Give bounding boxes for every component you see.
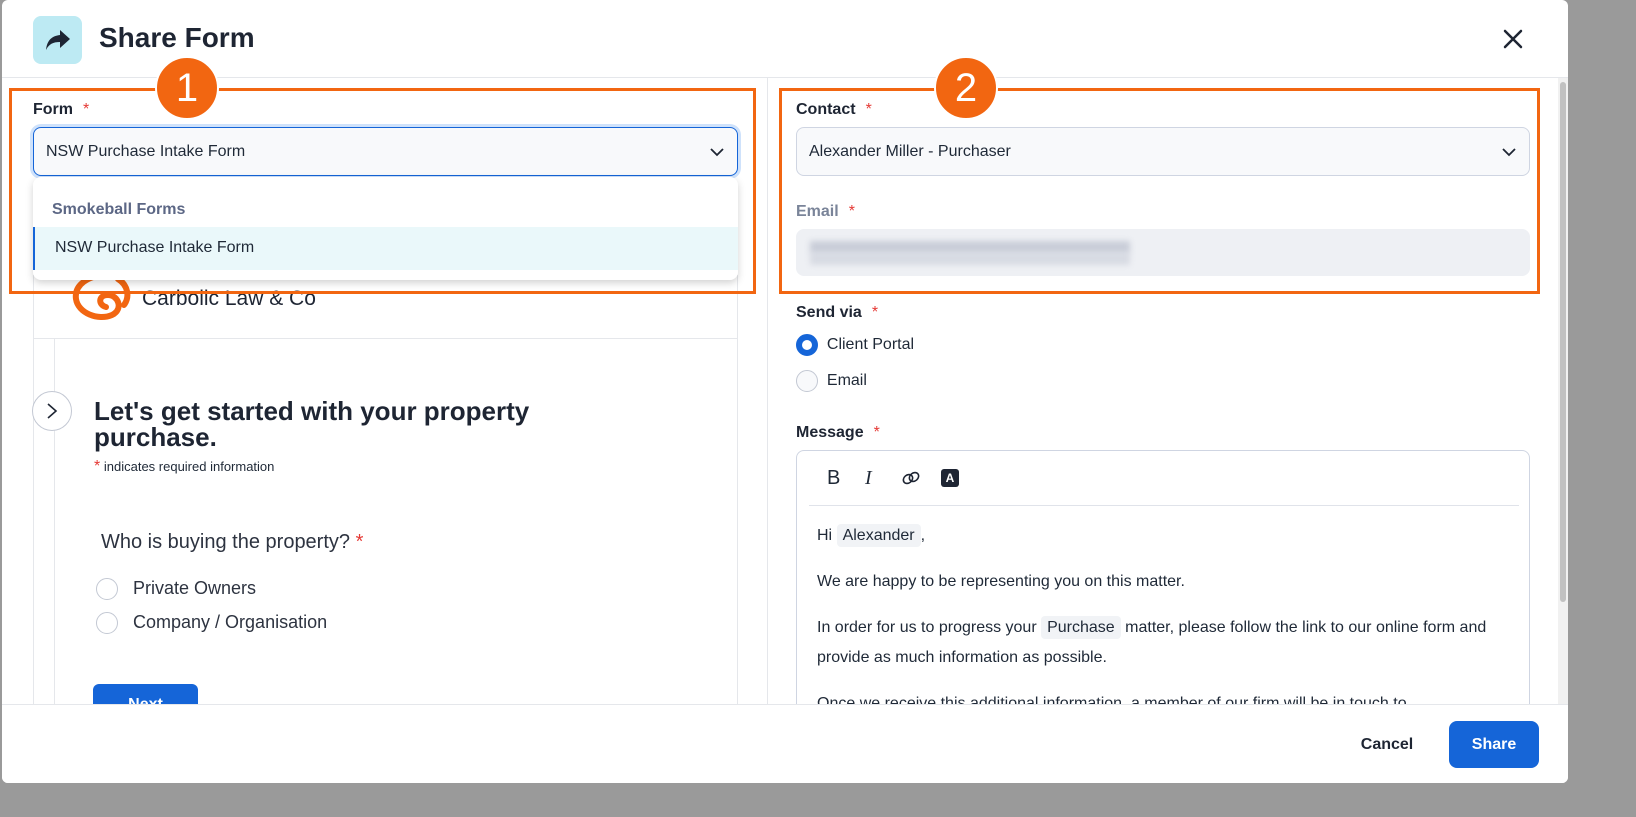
message-body[interactable]: Hi Alexander, We are happy to be represe…	[817, 521, 1517, 719]
annotation-box-1	[9, 88, 756, 294]
close-icon[interactable]	[1500, 26, 1526, 52]
share-arrow-icon	[33, 16, 82, 64]
dialog-footer: Cancel Share	[2, 704, 1568, 783]
matter-type-chip: Purchase	[1041, 616, 1121, 639]
name-chip: Alexander	[836, 524, 921, 547]
option-company[interactable]: Company / Organisation	[96, 612, 327, 635]
italic-icon[interactable]: I	[865, 467, 872, 490]
bold-icon[interactable]: B	[827, 467, 840, 490]
radio-client-portal[interactable]: Client Portal	[796, 334, 914, 356]
annotation-badge-1: 1	[155, 56, 219, 120]
cancel-button[interactable]: Cancel	[1342, 721, 1432, 768]
preview-heading: Let's get started with your property pur…	[94, 396, 530, 452]
dialog-header: Share Form	[2, 0, 1568, 78]
share-button[interactable]: Share	[1449, 721, 1539, 768]
radio-email[interactable]: Email	[796, 370, 867, 392]
dialog-title: Share Form	[99, 22, 255, 53]
message-label: Message *	[796, 424, 880, 441]
annotation-box-2	[779, 88, 1540, 294]
link-icon[interactable]	[901, 470, 921, 486]
annotation-badge-2: 2	[934, 56, 998, 120]
question: Who is buying the property? *	[101, 531, 364, 553]
text-style-icon[interactable]: A	[941, 469, 959, 487]
expand-chevron-right-icon[interactable]	[32, 391, 72, 431]
scrollbar[interactable]	[1558, 78, 1568, 704]
send-via-label: Send via *	[796, 304, 879, 321]
form-preview: Carbolic Law & Co Let's get started with…	[32, 272, 738, 728]
required-note: * indicates required information	[94, 458, 275, 475]
option-private-owners[interactable]: Private Owners	[96, 578, 256, 601]
